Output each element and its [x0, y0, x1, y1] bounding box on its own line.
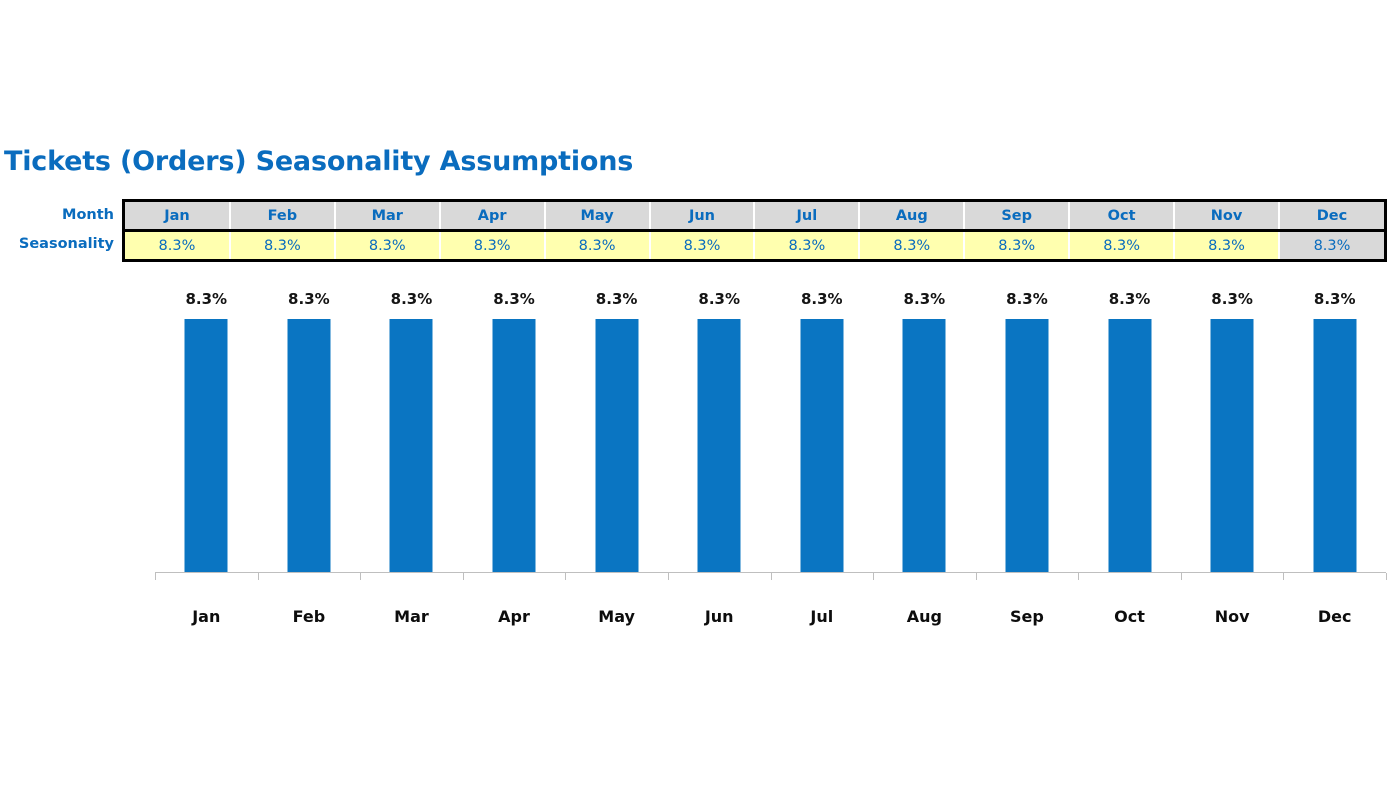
bar-value-label: 8.3% [185, 290, 228, 308]
bar-oct[interactable] [1108, 318, 1152, 573]
axis-tick [565, 573, 567, 580]
category-label-dec: Dec [1317, 607, 1352, 626]
x-axis-line [155, 572, 1386, 573]
table-seasonality-cell-nov[interactable]: 8.3% [1173, 230, 1279, 259]
table-seasonality-cell-jan[interactable]: 8.3% [125, 230, 230, 259]
bar-jun[interactable] [697, 318, 741, 573]
bar-aug[interactable] [902, 318, 946, 573]
bar-group: 8.3% [565, 285, 668, 573]
table-header-cell-feb: Feb [228, 202, 335, 231]
chart-plot-area: 8.3% 8.3% 8.3% 8.3% 8.3% 8.3% 8.3% 8.3% 8.3% 8.3%… [155, 285, 1386, 573]
table-header-cell-apr: Apr [438, 202, 545, 231]
bar-value-label: 8.3% [288, 290, 330, 308]
axis-tick [873, 573, 875, 580]
category-label-apr: Apr [498, 607, 530, 626]
bar-feb[interactable] [287, 318, 331, 573]
table-seasonality-cell-may[interactable]: 8.3% [543, 230, 650, 259]
axis-tick [770, 573, 772, 580]
bar-sep[interactable] [1005, 318, 1049, 573]
bar-value-label: 8.3% [800, 290, 843, 308]
bar-value-label: 8.3% [1108, 290, 1151, 308]
table-header-cell-aug: Aug [858, 202, 965, 231]
table-seasonality-cell-aug[interactable]: 8.3% [858, 230, 965, 259]
table-header-cell-mar: Mar [333, 202, 440, 231]
table-header-cell-may: May [543, 202, 650, 231]
bar-group: 8.3% [771, 285, 874, 573]
bar-group: 8.3% [1181, 285, 1284, 573]
category-label-may: May [598, 607, 635, 626]
bar-group: 8.3% [1078, 285, 1181, 573]
table-seasonality-cell-jul[interactable]: 8.3% [753, 230, 860, 259]
table-header-cell-jan: Jan [125, 202, 230, 231]
category-label-jan: Jan [192, 607, 221, 626]
row-label-seasonality: Seasonality [18, 236, 114, 252]
table-seasonality-cell-sep[interactable]: 8.3% [963, 230, 1070, 259]
bar-value-label: 8.3% [1211, 290, 1253, 308]
page-title: Tickets (Orders) Seasonality Assumptions [4, 146, 634, 177]
table-header-cell-jun: Jun [648, 202, 755, 231]
bar-group: 8.3% [155, 285, 258, 573]
table-seasonality-cell-jun[interactable]: 8.3% [648, 230, 755, 259]
row-label-month: Month [62, 207, 114, 223]
bar-group: 8.3% [258, 285, 361, 573]
bar-nov[interactable] [1210, 318, 1254, 573]
axis-tick [257, 573, 259, 580]
bar-group: 8.3% [1283, 285, 1386, 573]
category-label-mar: Mar [394, 607, 429, 626]
bar-group: 8.3% [873, 285, 976, 573]
axis-tick [1283, 573, 1285, 580]
axis-tick [155, 573, 156, 580]
category-label-jun: Jun [704, 607, 734, 626]
category-label-sep: Sep [1010, 607, 1044, 626]
bar-may[interactable] [595, 318, 639, 573]
table-header-cell-nov: Nov [1173, 202, 1279, 231]
bar-dec[interactable] [1313, 318, 1357, 573]
table-seasonality-cell-oct[interactable]: 8.3% [1068, 230, 1175, 259]
axis-tick [360, 573, 362, 580]
table-seasonality-cell-feb[interactable]: 8.3% [228, 230, 335, 259]
axis-tick [462, 573, 464, 580]
axis-tick [1078, 573, 1080, 580]
category-label-aug: Aug [906, 607, 942, 626]
table-seasonality-cell-mar[interactable]: 8.3% [333, 230, 440, 259]
bar-group: 8.3% [360, 285, 463, 573]
assumptions-table: Jan Feb Mar Apr May Jun Jul Aug Sep Oct Nov Dec 8.3… [122, 199, 1387, 262]
bar-value-label: 8.3% [698, 290, 740, 308]
table-header-cell-oct: Oct [1068, 202, 1175, 231]
bar-group: 8.3% [668, 285, 771, 573]
category-label-nov: Nov [1214, 607, 1250, 626]
table-seasonality-cell-apr[interactable]: 8.3% [438, 230, 545, 259]
bar-mar[interactable] [389, 318, 433, 573]
bar-jul[interactable] [800, 318, 844, 573]
bar-value-label: 8.3% [1006, 290, 1048, 308]
table-data-row: 8.3% 8.3% 8.3% 8.3% 8.3% 8.3% 8.3% 8.3% 8.3% 8.3%… [125, 230, 1384, 259]
bar-value-label: 8.3% [595, 290, 638, 308]
axis-tick [975, 573, 977, 580]
axis-tick [1386, 573, 1387, 580]
bar-group: 8.3% [463, 285, 566, 573]
bar-value-label: 8.3% [390, 290, 433, 308]
category-label-feb: Feb [292, 607, 326, 626]
axis-tick [1180, 573, 1182, 580]
bar-apr[interactable] [492, 318, 536, 573]
bar-value-label: 8.3% [1313, 290, 1356, 308]
axis-tick [667, 573, 669, 580]
category-label-jul: Jul [810, 607, 834, 626]
bar-chart: 8.3% 8.3% 8.3% 8.3% 8.3% 8.3% 8.3% 8.3% 8.3% 8.3%… [0, 0, 1396, 786]
bar-group: 8.3% [976, 285, 1079, 573]
table-header-cell-sep: Sep [963, 202, 1070, 231]
bar-jan[interactable] [184, 318, 228, 573]
table-header-cell-dec: Dec [1277, 202, 1384, 231]
table-header-cell-jul: Jul [753, 202, 860, 231]
bar-value-label: 8.3% [493, 290, 535, 308]
table-seasonality-cell-dec[interactable]: 8.3% [1277, 230, 1384, 259]
category-label-oct: Oct [1114, 607, 1145, 626]
bar-value-label: 8.3% [903, 290, 946, 308]
table-header-row: Jan Feb Mar Apr May Jun Jul Aug Sep Oct Nov Dec [125, 202, 1384, 231]
